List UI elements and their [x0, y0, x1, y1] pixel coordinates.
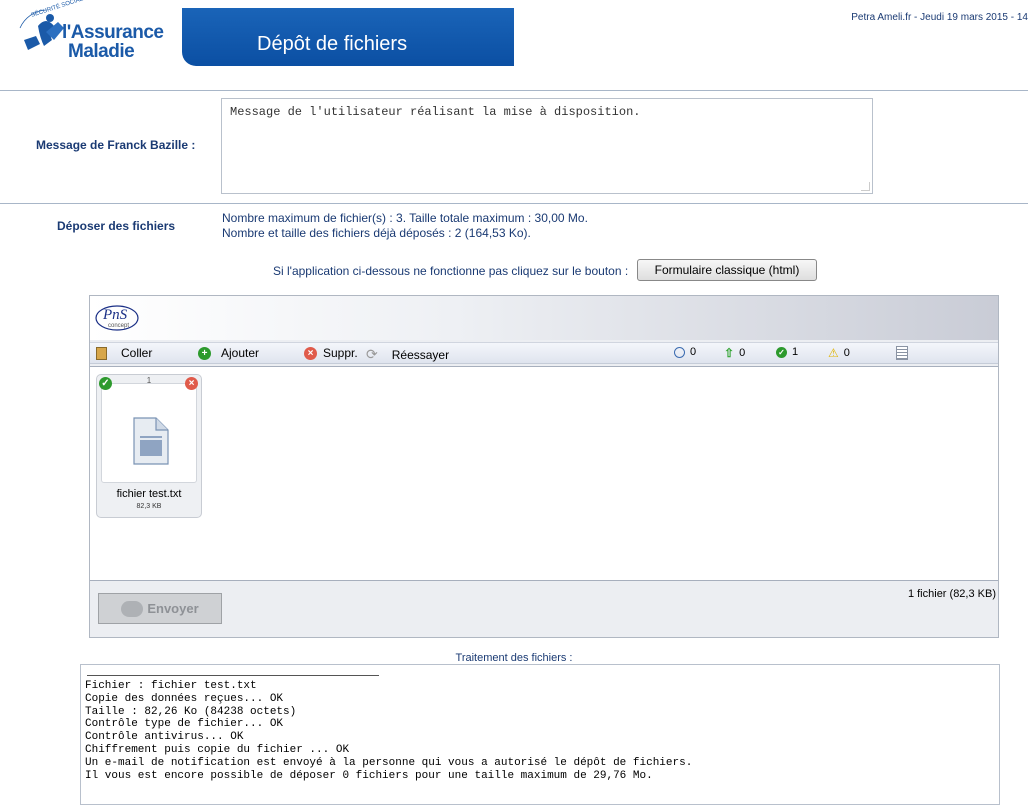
send-gears-icon: [121, 600, 144, 617]
log-lines: Fichier : fichier test.txt Copie des donn…: [85, 680, 692, 782]
pending-stat: 0: [674, 346, 696, 358]
file-name: fichier test.txt: [116, 488, 182, 500]
add-icon: +: [198, 346, 211, 360]
uploader-toolbar: Coller + Ajouter × Suppr. ⟳ Réessayer 0 …: [90, 342, 998, 364]
pending-count: 0: [690, 346, 697, 358]
divider: [0, 90, 1028, 91]
log-line: Fichier : fichier test.txt: [85, 680, 257, 692]
uploading-stat: ⇧ 0: [724, 346, 745, 360]
log-separator: [87, 675, 379, 676]
message-label: Message de Franck Bazille :: [36, 138, 196, 152]
paste-button[interactable]: Coller: [96, 346, 152, 360]
add-button[interactable]: + Ajouter: [198, 346, 259, 360]
depot-label: Déposer des fichiers: [57, 219, 176, 233]
done-count: 1: [792, 346, 799, 358]
fallback-instruction: Si l'application ci-dessous ne fonctionn…: [273, 264, 629, 278]
send-button[interactable]: Envoyer: [98, 593, 222, 624]
delete-label: Suppr.: [323, 346, 358, 360]
done-stat: ✓ 1: [776, 346, 798, 358]
page-title: Dépôt de fichiers: [257, 33, 408, 55]
remove-file-icon[interactable]: ×: [185, 377, 198, 390]
log-line: Il vous est encore possible de déposer 0…: [85, 769, 653, 782]
user-info: Petra Ameli.fr - Jeudi 19 mars 2015 - 14: [851, 12, 1028, 23]
up-arrow-icon: ⇧: [724, 346, 735, 360]
retry-label: Réessayer: [391, 347, 450, 362]
delete-icon: ×: [304, 346, 317, 360]
upload-success-icon: ✓: [99, 377, 112, 390]
divider: [0, 203, 1028, 204]
view-toggle-button[interactable]: [896, 346, 908, 360]
log-line: Taille : 82,26 Ko (84238 octets): [85, 705, 297, 718]
retry-button[interactable]: ⟳ Réessayer: [366, 346, 449, 363]
resize-grip-icon[interactable]: [861, 182, 870, 191]
uploading-count: 0: [739, 347, 746, 359]
message-text: Message de l'utilisateur réalisant la mi…: [230, 105, 641, 119]
file-card[interactable]: 1 ✓ × fichier test.txt 82,3 KB: [96, 374, 202, 518]
file-size: 82,3 KB: [136, 503, 162, 510]
pns-logo-text: PnS: [103, 307, 128, 323]
file-thumbnail: [101, 383, 197, 483]
file-count-summary: 1 fichier (82,3 KB): [907, 588, 996, 600]
processing-log[interactable]: Fichier : fichier test.txt Copie des donn…: [80, 664, 1000, 805]
logo-line2: Maladie: [68, 41, 135, 62]
uploader-applet: PnS concept Coller + Ajouter × Suppr. ⟳ …: [89, 295, 999, 638]
warning-count: 0: [843, 347, 850, 359]
upload-limits-text: Nombre maximum de fichier(s) : 3. Taille…: [222, 211, 588, 225]
log-line: Contrôle type de fichier... OK: [85, 718, 284, 731]
log-line: Chiffrement puis copie du fichier ... OK: [85, 743, 350, 756]
message-textarea[interactable]: Message de l'utilisateur réalisant la mi…: [221, 98, 873, 194]
check-icon: ✓: [776, 346, 787, 358]
uploaded-files-text: Nombre et taille des fichiers déjà dépos…: [222, 226, 531, 240]
list-view-icon: [896, 346, 908, 360]
log-line: Copie des données reçues... OK: [85, 692, 284, 705]
pns-logo: PnS concept: [94, 304, 140, 332]
log-line: Un e-mail de notification est envoyé à l…: [85, 756, 693, 769]
clipboard-icon: [96, 346, 107, 360]
page-banner: Dépôt de fichiers: [182, 8, 514, 66]
applet-header: PnS concept: [90, 296, 998, 340]
refresh-icon: ⟳: [366, 346, 378, 362]
file-list-area[interactable]: 1 ✓ × fichier test.txt 82,3 KB: [90, 366, 998, 581]
pns-logo-subtext: concept: [108, 323, 130, 329]
paste-label: Coller: [121, 346, 153, 360]
warning-stat: ⚠ 0: [828, 346, 850, 360]
classic-form-button[interactable]: Formulaire classique (html): [637, 259, 817, 281]
warning-icon: ⚠: [828, 346, 839, 360]
add-label: Ajouter: [221, 346, 260, 360]
send-label: Envoyer: [147, 601, 199, 616]
log-line: Contrôle antivirus... OK: [85, 731, 244, 744]
processing-title: Traitement des fichiers :: [455, 652, 573, 664]
assurance-maladie-logo[interactable]: SÉCURITÉ SOCIALE l'Assurance Maladie: [16, 0, 166, 68]
document-icon: [133, 417, 169, 465]
clock-icon: [674, 346, 685, 358]
delete-button[interactable]: × Suppr.: [304, 346, 358, 360]
